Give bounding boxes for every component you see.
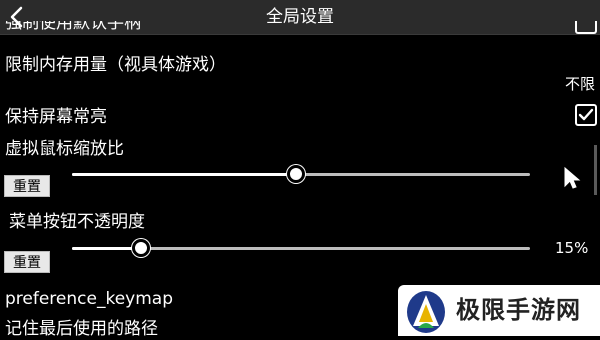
setting-label-clipped: 强制使用默认手柄 (5, 21, 141, 33)
checkbox-check-icon (578, 108, 594, 121)
watermark: 极限手游网 (398, 285, 600, 336)
watermark-logo-icon (406, 290, 446, 334)
cursor-scale-reset-button[interactable]: 重置 (4, 175, 50, 197)
scrollbar[interactable] (594, 145, 597, 195)
setting-label-keep-screen-on[interactable]: 保持屏幕常亮 (5, 106, 107, 128)
mouse-cursor-icon (563, 166, 581, 194)
setting-label-cursor-scale: 虚拟鼠标缩放比 (5, 139, 124, 159)
clipped-checkbox[interactable] (575, 21, 597, 34)
setting-label-button-opacity: 菜单按钮不透明度 (9, 212, 145, 232)
cursor-scale-slider-fill (72, 173, 296, 176)
button-opacity-slider-knob[interactable] (132, 239, 150, 257)
button-opacity-reset-button[interactable]: 重置 (4, 251, 50, 273)
memory-limit-value: 不限 (565, 75, 596, 93)
setting-row-clipped[interactable]: 强制使用默认手柄 (5, 21, 141, 34)
keep-screen-on-checkbox[interactable] (575, 104, 597, 126)
button-opacity-slider-fill (72, 247, 141, 250)
setting-label-keymap[interactable]: preference_keymap (5, 288, 173, 310)
cursor-scale-slider-knob[interactable] (287, 165, 305, 183)
setting-label-remember-path[interactable]: 记住最后使用的路径 (5, 318, 158, 340)
watermark-text: 极限手游网 (456, 296, 581, 324)
button-opacity-value: 15% (555, 239, 589, 257)
setting-label-memory-limit[interactable]: 限制内存用量（视具体游戏） (5, 54, 226, 76)
